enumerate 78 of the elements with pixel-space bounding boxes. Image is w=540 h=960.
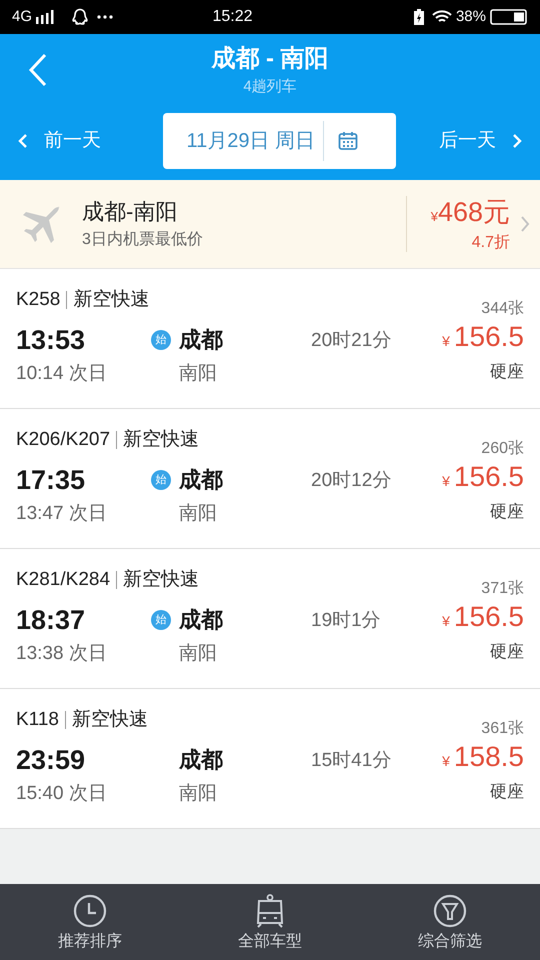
seat-class: 硬座 [490, 361, 524, 383]
ticket-price: 158.5 [454, 740, 524, 774]
flight-route: 成都-南阳 [82, 198, 178, 226]
origin-badge: 始 [151, 610, 171, 630]
bottom-tab[interactable]: 综合筛选 [360, 884, 540, 960]
travel-duration: 15时41分 [311, 750, 392, 771]
train-type: 新空快速 [73, 288, 150, 312]
network-label: 4G [12, 6, 32, 27]
train-icon [255, 894, 285, 928]
calendar-icon [338, 131, 358, 151]
departure-station: 成都 [179, 326, 223, 354]
departure-time: 18:37 [16, 604, 86, 637]
arrival-time: 15:40 次日 [16, 782, 108, 806]
battery-percent: 38% [456, 6, 486, 27]
train-row[interactable]: K206/K207 新空快速 17:35 13:47 次日 始 成都 南阳 20时12分 260张 ¥156.5 硬座 [0, 409, 540, 549]
train-type: 新空快速 [72, 708, 148, 732]
flight-price: 468元 [438, 196, 510, 228]
ticket-price: 156.5 [454, 600, 524, 634]
departure-station: 成都 [179, 746, 223, 774]
currency-sign: ¥ [442, 752, 450, 771]
flight-banner[interactable]: 成都-南阳 3日内机票最低价 ¥468元 4.7折 [0, 180, 540, 269]
ticket-count: 371张 [481, 579, 524, 599]
train-number: K118 [16, 708, 59, 732]
travel-duration: 20时21分 [311, 330, 392, 351]
arrival-time: 13:38 次日 [16, 642, 108, 666]
train-number: K258 [16, 288, 60, 312]
arrival-time: 13:47 次日 [16, 502, 108, 526]
currency-sign: ¥ [442, 332, 450, 351]
arrival-time: 10:14 次日 [16, 362, 108, 386]
charging-icon [414, 9, 424, 25]
train-type: 新空快速 [123, 428, 200, 452]
train-count: 4趟列车 [243, 77, 297, 97]
status-time: 15:22 [212, 7, 253, 27]
filter-icon [433, 894, 467, 928]
more-icon [97, 15, 114, 19]
train-row[interactable]: K118 新空快速 23:59 15:40 次日 成都 南阳 15时41分 361张 ¥158.5 硬座 [0, 689, 540, 829]
departure-station: 成都 [179, 466, 223, 494]
penguin-icon [71, 8, 90, 26]
arrival-station: 南阳 [179, 362, 218, 386]
bottom-tab[interactable]: 全部车型 [180, 884, 360, 960]
train-type: 新空快速 [123, 568, 200, 592]
departure-time: 17:35 [16, 464, 86, 497]
train-row[interactable]: K258 新空快速 13:53 10:14 次日 始 成都 南阳 20时21分 344张 ¥156.5 硬座 [0, 269, 540, 409]
clock-icon [73, 894, 107, 928]
travel-duration: 20时12分 [311, 470, 392, 491]
ticket-count: 344张 [481, 299, 524, 319]
arrival-station: 南阳 [179, 502, 218, 526]
route-title: 成都 - 南阳 [211, 44, 329, 74]
seat-class: 硬座 [490, 781, 524, 803]
arrival-station: 南阳 [179, 642, 218, 666]
origin-badge: 始 [151, 330, 171, 350]
departure-time: 23:59 [16, 744, 86, 777]
battery-icon [490, 9, 528, 25]
seat-class: 硬座 [490, 501, 524, 523]
currency-sign: ¥ [442, 472, 450, 491]
flight-discount: 4.7折 [472, 232, 510, 252]
ticket-count: 361张 [481, 719, 524, 739]
flight-note: 3日内机票最低价 [82, 230, 204, 250]
train-row[interactable]: K281/K284 新空快速 18:37 13:38 次日 始 成都 南阳 19时1分 371张 ¥156.5 硬座 [0, 549, 540, 689]
ticket-price: 156.5 [454, 460, 524, 494]
seat-class: 硬座 [490, 641, 524, 663]
train-number: K281/K284 [16, 568, 110, 592]
departure-station: 成都 [179, 606, 223, 634]
date-picker[interactable]: 11月29日 周日 [162, 113, 396, 169]
chevron-left-icon [18, 133, 28, 149]
ticket-price: 156.5 [454, 320, 524, 354]
currency-sign: ¥ [442, 612, 450, 631]
departure-time: 13:53 [16, 324, 86, 357]
currency-sign: ¥ [430, 208, 438, 226]
origin-badge: 始 [151, 470, 171, 490]
ticket-count: 260张 [481, 439, 524, 459]
chevron-right-icon [512, 133, 522, 149]
chevron-right-icon [520, 215, 530, 233]
travel-duration: 19时1分 [311, 610, 381, 631]
arrival-station: 南阳 [179, 782, 218, 806]
train-number: K206/K207 [16, 428, 110, 452]
bottom-tab[interactable]: 推荐排序 [0, 884, 180, 960]
wifi-icon [432, 10, 452, 24]
